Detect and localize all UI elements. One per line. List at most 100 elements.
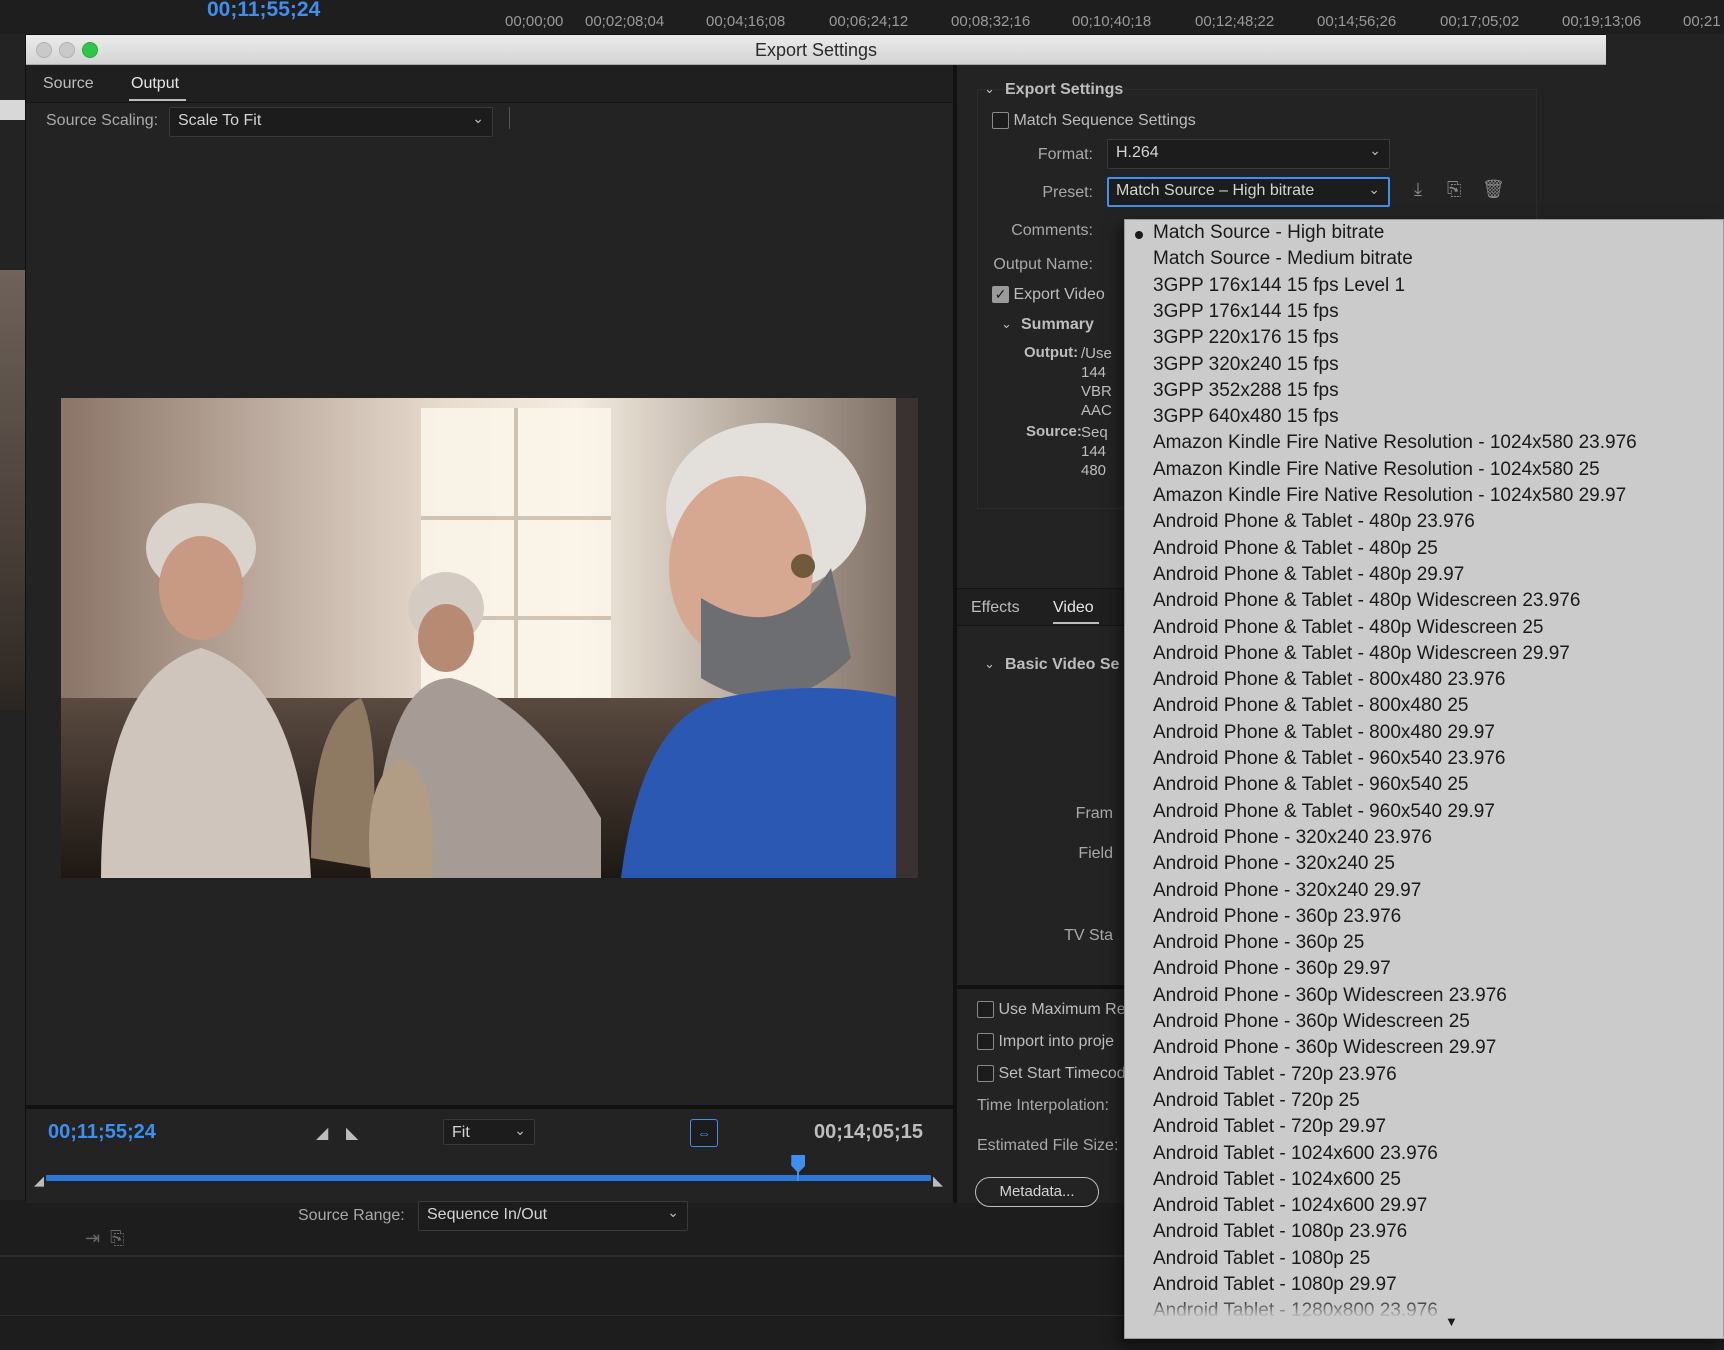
preset-menu-item[interactable]: Android Phone & Tablet - 800x480 25 bbox=[1153, 695, 1469, 717]
preset-menu-item[interactable]: Amazon Kindle Fire Native Resolution - 1… bbox=[1153, 485, 1626, 507]
save-preset-icon[interactable]: ⤓ bbox=[1414, 179, 1422, 200]
summary-line: 480 bbox=[1081, 462, 1107, 479]
preset-menu-item[interactable]: Android Phone - 360p Widescreen 23.976 bbox=[1153, 985, 1507, 1007]
ruler-tick-label: 00;10;40;18 bbox=[1072, 13, 1152, 30]
checkbox-box[interactable] bbox=[977, 1033, 994, 1051]
video-preview bbox=[61, 398, 918, 878]
preset-label: Preset: bbox=[1042, 184, 1093, 201]
format-select[interactable]: H.264 ⌄ bbox=[1107, 139, 1390, 169]
preset-menu-item[interactable]: Android Phone & Tablet - 480p Widescreen… bbox=[1153, 590, 1580, 612]
set-start-timecode-checkbox[interactable]: Set Start Timecod bbox=[977, 1065, 1126, 1083]
disclosure-triangle-icon[interactable]: ⌄ bbox=[1001, 316, 1012, 332]
ruler-tick-label: 00;19;13;06 bbox=[1562, 13, 1642, 30]
preset-menu-item[interactable]: Android Phone - 360p 23.976 bbox=[1153, 906, 1401, 928]
preset-menu-item[interactable]: Android Phone & Tablet - 960x540 23.976 bbox=[1153, 748, 1505, 770]
metadata-button[interactable]: Metadata... bbox=[975, 1177, 1099, 1207]
preset-menu-item[interactable]: Android Phone - 320x240 29.97 bbox=[1153, 880, 1421, 902]
set-in-point-icon[interactable]: ◢ bbox=[316, 1123, 328, 1143]
source-scaling-select[interactable]: Scale To Fit ⌄ bbox=[169, 107, 493, 137]
range-in-handle-icon[interactable]: ◢ bbox=[34, 1173, 44, 1189]
preset-menu-item[interactable]: 3GPP 176x144 15 fps Level 1 bbox=[1153, 275, 1405, 297]
aspect-correction-icon[interactable]: ⇔ bbox=[690, 1119, 718, 1147]
preset-menu-item[interactable]: Android Tablet - 1024x600 25 bbox=[1153, 1169, 1401, 1191]
preset-menu-item[interactable]: Android Tablet - 1024x600 29.97 bbox=[1153, 1195, 1427, 1217]
preset-menu-item[interactable]: 3GPP 640x480 15 fps bbox=[1153, 406, 1339, 428]
preset-menu-item[interactable]: Android Phone & Tablet - 960x540 29.97 bbox=[1153, 801, 1495, 823]
preset-menu-item[interactable]: Android Phone - 320x240 25 bbox=[1153, 853, 1395, 875]
preset-menu-item[interactable]: Android Tablet - 720p 23.976 bbox=[1153, 1064, 1397, 1086]
preset-menu-item[interactable]: Android Phone - 360p Widescreen 29.97 bbox=[1153, 1037, 1496, 1059]
export-video-label: Export Video bbox=[1013, 286, 1105, 303]
checkbox-box[interactable] bbox=[977, 1001, 994, 1019]
preset-menu-item[interactable]: Android Phone - 360p 29.97 bbox=[1153, 958, 1391, 980]
import-into-project-checkbox[interactable]: Import into proje bbox=[977, 1033, 1114, 1051]
source-range-select[interactable]: Sequence In/Out ⌄ bbox=[418, 1201, 688, 1231]
tv-standard-label: TV Sta bbox=[1064, 927, 1113, 944]
preset-menu-item[interactable]: Match Source - High bitrate bbox=[1153, 222, 1384, 244]
preset-menu-item[interactable]: Android Phone & Tablet - 480p Widescreen… bbox=[1153, 643, 1570, 665]
zoom-level-value: Fit bbox=[452, 1124, 470, 1141]
preset-menu-item[interactable]: Android Phone & Tablet - 800x480 23.976 bbox=[1153, 669, 1505, 691]
preset-menu-item[interactable]: 3GPP 352x288 15 fps bbox=[1153, 380, 1339, 402]
export-video-checkbox[interactable]: ✓ Export Video bbox=[992, 286, 1105, 304]
preset-dropdown-menu[interactable]: Match Source - High bitrate Match Source … bbox=[1124, 219, 1724, 1339]
preset-menu-item[interactable]: Android Tablet - 1080p 29.97 bbox=[1153, 1274, 1397, 1296]
preset-menu-item[interactable]: Android Tablet - 1080p 23.976 bbox=[1153, 1221, 1407, 1243]
checkbox-checked[interactable]: ✓ bbox=[992, 286, 1009, 304]
trash-icon[interactable]: 🗑 bbox=[1482, 179, 1505, 200]
preset-menu-item[interactable]: Android Phone - 360p Widescreen 25 bbox=[1153, 1011, 1470, 1033]
background-timecode: 00;11;55;24 bbox=[207, 0, 321, 21]
set-start-timecode-label: Set Start Timecod bbox=[998, 1065, 1126, 1082]
summary-heading: Summary bbox=[1021, 316, 1094, 333]
tab-source[interactable]: Source bbox=[43, 75, 94, 93]
preset-menu-item[interactable]: Android Phone & Tablet - 480p 29.97 bbox=[1153, 564, 1464, 586]
preset-menu-item[interactable]: Amazon Kindle Fire Native Resolution - 1… bbox=[1153, 432, 1637, 454]
tab-effects[interactable]: Effects bbox=[971, 599, 1020, 617]
match-sequence-checkbox[interactable]: Match Sequence Settings bbox=[992, 112, 1196, 130]
summary-line: VBR bbox=[1081, 383, 1112, 400]
preset-menu-item[interactable]: 3GPP 320x240 15 fps bbox=[1153, 354, 1339, 376]
format-label: Format: bbox=[1037, 146, 1093, 163]
preset-select[interactable]: Match Source – High bitrate ⌄ bbox=[1107, 177, 1390, 207]
current-timecode[interactable]: 00;11;55;24 bbox=[48, 1121, 156, 1144]
preset-menu-item[interactable]: Android Tablet - 1080p 25 bbox=[1153, 1248, 1370, 1270]
summary-output-label: Output: bbox=[1024, 344, 1079, 361]
checkbox-box[interactable] bbox=[977, 1065, 994, 1083]
preset-menu-item[interactable]: Android Tablet - 720p 29.97 bbox=[1153, 1116, 1386, 1138]
preset-menu-item[interactable]: Android Phone - 320x240 23.976 bbox=[1153, 827, 1432, 849]
tab-video[interactable]: Video bbox=[1053, 599, 1094, 617]
checkbox-box[interactable] bbox=[992, 112, 1009, 130]
preset-menu-item[interactable]: Amazon Kindle Fire Native Resolution - 1… bbox=[1153, 459, 1600, 481]
chevron-down-icon: ⌄ bbox=[1368, 181, 1380, 197]
preset-menu-item[interactable]: Android Phone - 360p 25 bbox=[1153, 932, 1364, 954]
title-bar: Export Settings bbox=[26, 35, 1606, 65]
zoom-level-select[interactable]: Fit ⌄ bbox=[443, 1119, 535, 1145]
preset-menu-item[interactable]: Android Phone & Tablet - 480p 23.976 bbox=[1153, 511, 1475, 533]
scroll-down-arrow-icon[interactable]: ▼ bbox=[1445, 1314, 1458, 1329]
preview-panel: Source Output Source Scaling: Scale To F… bbox=[26, 65, 953, 1231]
preset-menu-item[interactable]: Android Phone & Tablet - 800x480 29.97 bbox=[1153, 722, 1495, 744]
ruler-tick-label: 00;21 bbox=[1683, 13, 1721, 30]
preset-menu-item[interactable]: Android Phone & Tablet - 480p 25 bbox=[1153, 538, 1438, 560]
disclosure-triangle-icon[interactable]: ⌄ bbox=[984, 81, 995, 97]
summary-line: 144 bbox=[1081, 443, 1107, 460]
summary-line: /Use bbox=[1081, 345, 1112, 362]
use-max-render-checkbox[interactable]: Use Maximum Re bbox=[977, 1001, 1126, 1019]
set-out-point-icon[interactable]: ◣ bbox=[346, 1123, 358, 1143]
preset-menu-item[interactable]: Android Phone & Tablet - 480p Widescreen… bbox=[1153, 617, 1543, 639]
range-out-handle-icon[interactable]: ◣ bbox=[933, 1173, 943, 1189]
preset-menu-item[interactable]: Android Phone & Tablet - 960x540 25 bbox=[1153, 774, 1469, 796]
summary-line: 144 bbox=[1081, 364, 1107, 381]
summary-line: Seq bbox=[1081, 424, 1108, 441]
summary-source-values: Seq 144 480 bbox=[1081, 423, 1108, 480]
tab-output[interactable]: Output bbox=[131, 75, 179, 93]
selected-bullet-icon bbox=[1135, 231, 1143, 239]
import-preset-icon[interactable]: ⎘ bbox=[1447, 179, 1461, 200]
preset-menu-item[interactable]: 3GPP 176x144 15 fps bbox=[1153, 301, 1339, 323]
preset-menu-item[interactable]: Android Tablet - 1024x600 23.976 bbox=[1153, 1143, 1438, 1165]
background-left-strip bbox=[0, 100, 25, 120]
preset-menu-item[interactable]: 3GPP 220x176 15 fps bbox=[1153, 327, 1339, 349]
disclosure-triangle-icon[interactable]: ⌄ bbox=[984, 656, 995, 672]
preset-menu-item[interactable]: Match Source - Medium bitrate bbox=[1153, 248, 1413, 270]
preset-menu-item[interactable]: Android Tablet - 720p 25 bbox=[1153, 1090, 1360, 1112]
